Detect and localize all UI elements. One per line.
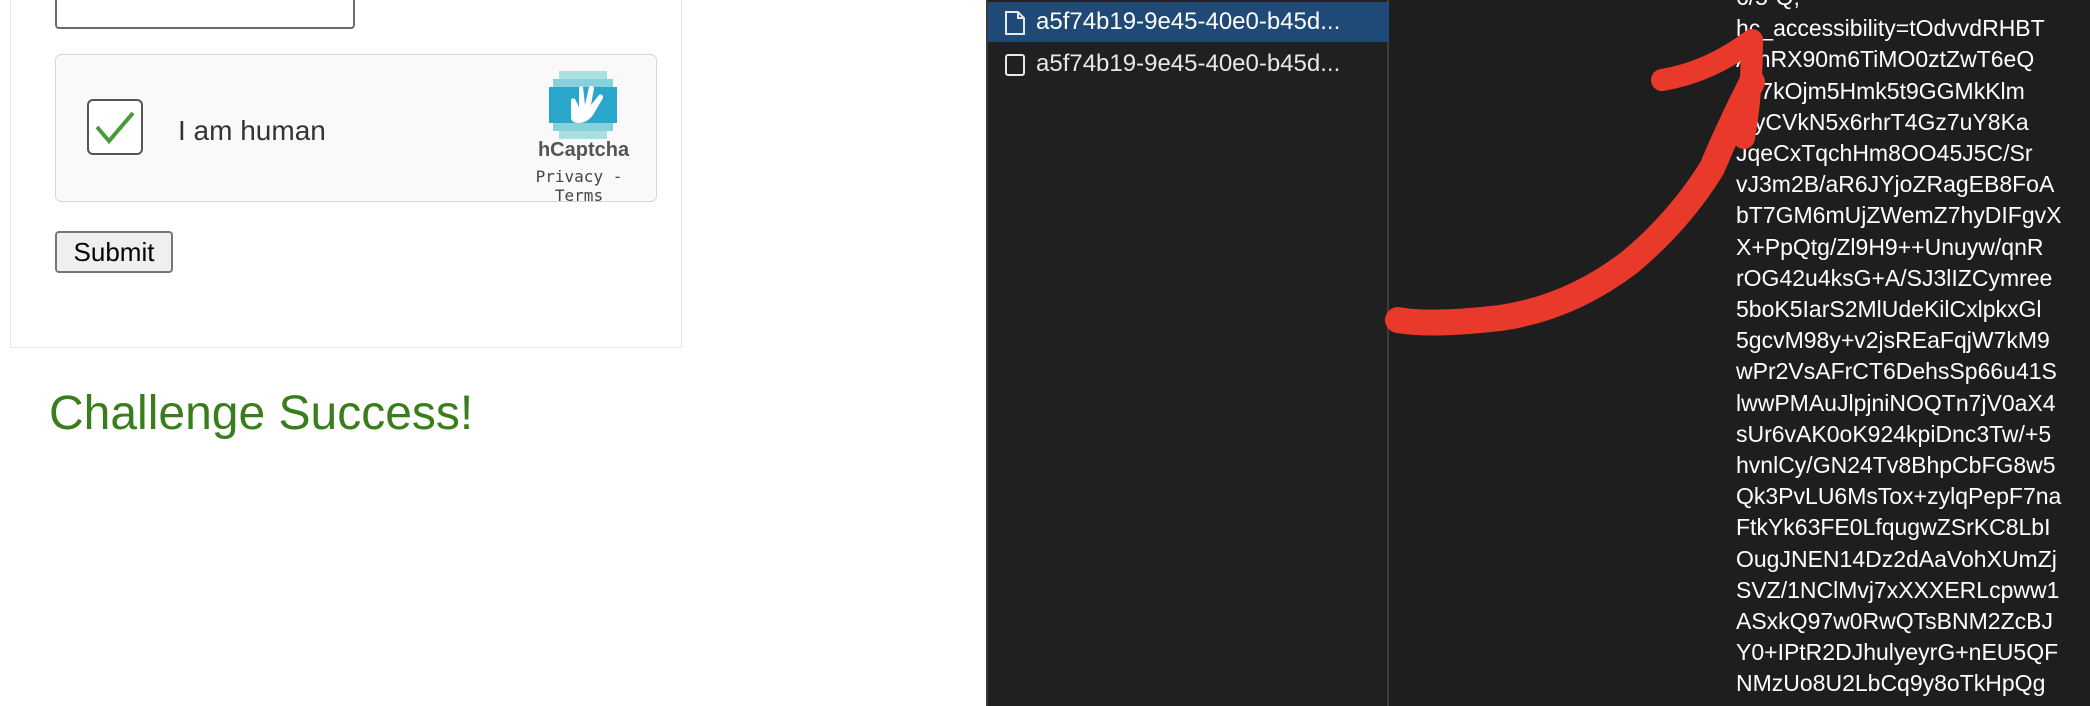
annotation-arrow — [1385, 29, 1765, 336]
